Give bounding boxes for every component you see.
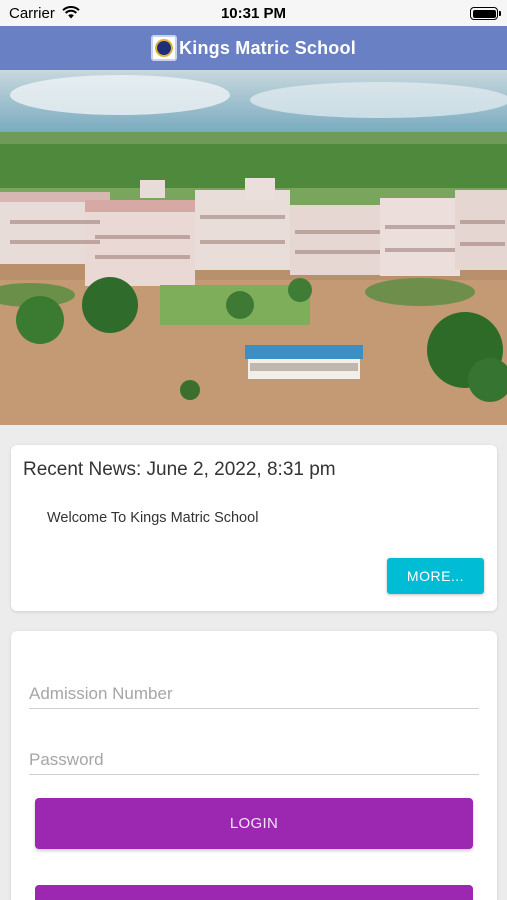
secondary-button[interactable] <box>35 885 473 900</box>
login-card: LOGIN <box>11 631 497 900</box>
app-header: Kings Matric School <box>0 26 507 70</box>
news-body: Welcome To Kings Matric School <box>47 510 259 526</box>
battery-icon <box>470 7 501 20</box>
news-heading: Recent News: June 2, 2022, 8:31 pm <box>23 459 336 480</box>
password-input[interactable] <box>29 745 479 775</box>
clock-time: 10:31 PM <box>220 5 287 22</box>
more-button[interactable]: MORE... <box>387 558 484 594</box>
page-title: Kings Matric School <box>179 37 356 58</box>
news-card: Recent News: June 2, 2022, 8:31 pm Welco… <box>11 445 497 611</box>
status-bar: Carrier 10:31 PM <box>0 0 507 26</box>
admission-number-input[interactable] <box>29 679 479 709</box>
login-button[interactable]: LOGIN <box>35 798 473 849</box>
campus-aerial-image <box>0 70 507 425</box>
school-logo <box>151 35 178 61</box>
